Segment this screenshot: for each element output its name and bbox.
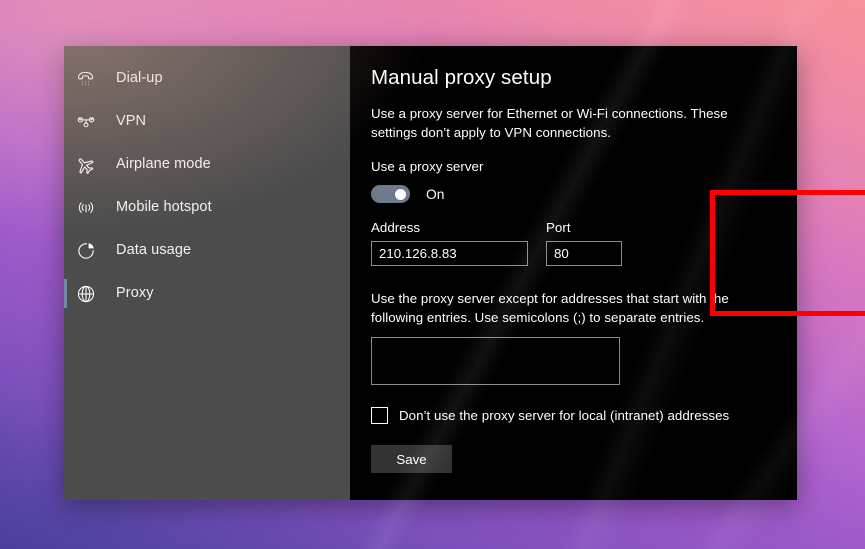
main-content-pane: Manual proxy setup Use a proxy server fo… xyxy=(350,46,865,500)
use-proxy-server-toggle[interactable] xyxy=(371,185,410,203)
exceptions-description: Use the proxy server except for addresse… xyxy=(371,291,729,325)
sidebar-item-label: Proxy xyxy=(116,285,154,302)
proxy-toggle-row: On xyxy=(371,185,797,203)
sidebar-item-airplane-mode[interactable]: Airplane mode xyxy=(64,143,350,186)
sidebar-item-label: Mobile hotspot xyxy=(116,199,212,216)
address-port-row: Address Port xyxy=(371,220,797,266)
sidebar-item-proxy[interactable]: Proxy xyxy=(64,272,350,315)
telephone-icon xyxy=(76,68,104,90)
vpn-icon xyxy=(76,111,104,133)
sidebar-item-data-usage[interactable]: Data usage xyxy=(64,229,350,272)
page-title: Manual proxy setup xyxy=(371,66,552,89)
use-proxy-server-group: Use a proxy server On Address Port xyxy=(371,159,797,266)
port-field-block: Port xyxy=(546,220,622,266)
settings-window: Dial-up VPN Airplane mode Mobile hotspot… xyxy=(64,46,865,500)
toggle-knob xyxy=(395,188,406,200)
local-bypass-label: Don’t use the proxy server for local (in… xyxy=(399,408,730,423)
address-input[interactable] xyxy=(371,241,528,266)
address-label: Address xyxy=(371,220,421,235)
settings-sidebar: Dial-up VPN Airplane mode Mobile hotspot… xyxy=(64,46,350,500)
local-bypass-checkbox[interactable] xyxy=(371,407,388,424)
sidebar-item-label: VPN xyxy=(116,113,147,130)
hotspot-signal-icon xyxy=(76,197,104,219)
pie-chart-icon xyxy=(76,240,104,262)
globe-icon xyxy=(76,283,104,305)
desktop-wallpaper: Dial-up VPN Airplane mode Mobile hotspot… xyxy=(0,0,865,549)
proxy-exceptions-input[interactable] xyxy=(371,337,620,385)
sidebar-item-vpn[interactable]: VPN xyxy=(64,100,350,143)
address-field-block: Address xyxy=(371,220,528,266)
sidebar-item-dial-up[interactable]: Dial-up xyxy=(64,57,350,100)
port-label: Port xyxy=(546,220,571,235)
local-bypass-row: Don’t use the proxy server for local (in… xyxy=(371,407,797,424)
use-proxy-server-label: Use a proxy server xyxy=(371,159,484,174)
sidebar-item-label: Dial-up xyxy=(116,70,163,87)
save-button[interactable]: Save xyxy=(371,445,452,473)
toggle-state-label: On xyxy=(426,186,445,202)
airplane-icon xyxy=(76,154,104,176)
sidebar-item-label: Data usage xyxy=(116,242,192,259)
sidebar-item-label: Airplane mode xyxy=(116,156,211,173)
sidebar-item-mobile-hotspot[interactable]: Mobile hotspot xyxy=(64,186,350,229)
intro-description: Use a proxy server for Ethernet or Wi-Fi… xyxy=(371,106,728,140)
port-input[interactable] xyxy=(546,241,622,266)
